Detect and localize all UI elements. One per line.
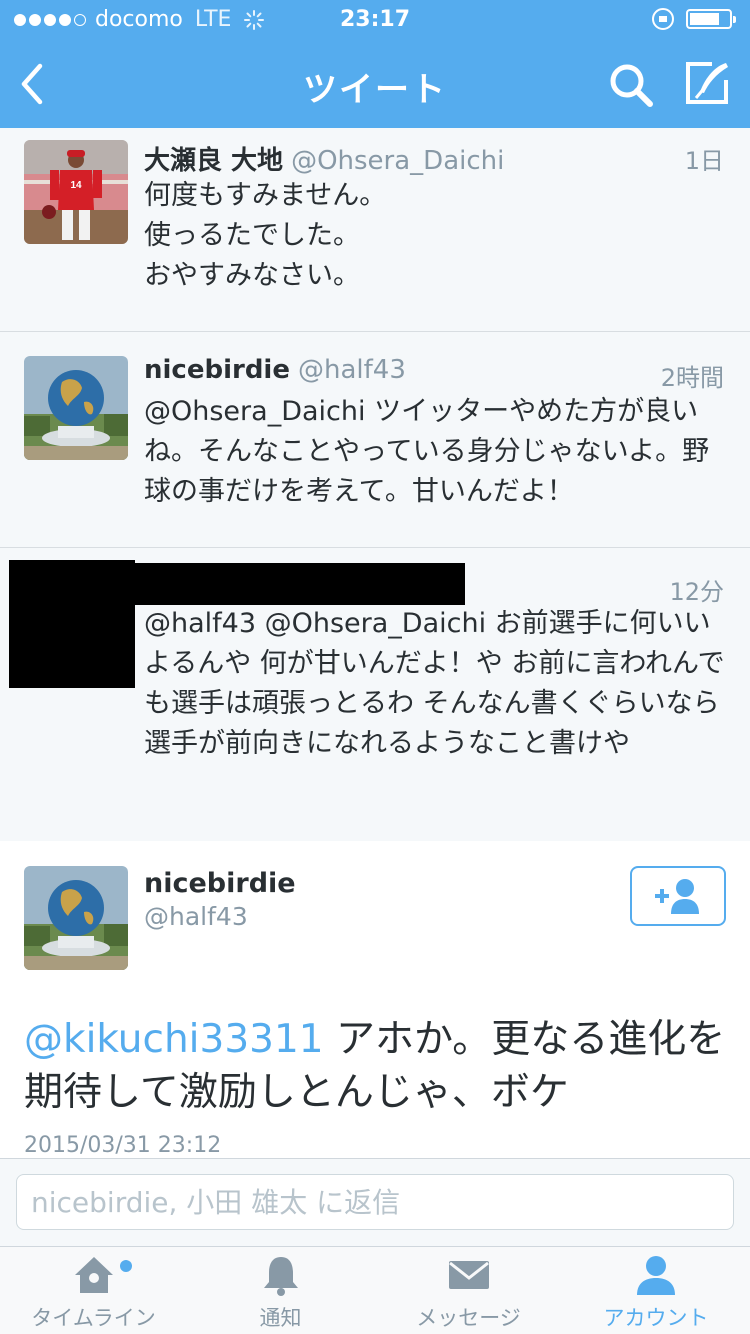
- focused-author-handle[interactable]: @half43: [144, 902, 248, 931]
- focused-tweet-text: @kikuchi33311 アホか。更なる進化を期待して激励しとんじゃ、ボケ: [24, 1013, 734, 1119]
- search-icon: [610, 64, 653, 107]
- baseball-player-avatar-image: 14: [24, 140, 128, 244]
- globe-fountain-avatar-image: [24, 356, 128, 460]
- search-button[interactable]: [606, 60, 658, 112]
- compose-tweet-button[interactable]: [682, 58, 734, 110]
- tab-account[interactable]: アカウント: [562, 1247, 750, 1334]
- tweet-time: 2時間: [660, 364, 724, 392]
- bell-icon: [263, 1257, 298, 1296]
- tweet-time: 1日: [684, 147, 724, 175]
- tab-bar: タイムライン 通知 メッセージ アカウント: [0, 1246, 750, 1334]
- author-handle: @half43: [297, 355, 406, 385]
- globe-fountain-avatar-image: [24, 866, 128, 970]
- battery-icon: [686, 9, 736, 29]
- avatar[interactable]: 14: [24, 140, 128, 244]
- status-clock: 23:17: [339, 7, 411, 32]
- tweet-thread[interactable]: 14 大瀬良 大地 @Ohsera_Daichi 1日 何度もすみません。 使っる…: [0, 128, 750, 1158]
- tab-label: アカウント: [603, 1306, 709, 1330]
- tweet-timestamp: 2015/03/31 23:12: [24, 1133, 222, 1158]
- tab-label: 通知: [259, 1306, 302, 1330]
- redacted-avatar: [9, 560, 135, 688]
- reply-input[interactable]: [16, 1174, 734, 1230]
- tweet-author[interactable]: 大瀬良 大地 @Ohsera_Daichi: [144, 140, 504, 177]
- reply-bar: [0, 1158, 750, 1246]
- follow-button[interactable]: [630, 866, 726, 926]
- tweet-item[interactable]: 14 大瀬良 大地 @Ohsera_Daichi 1日 何度もすみません。 使っる…: [0, 128, 750, 332]
- tweet-text: @half43 @Ohsera_Daichi お前選手に何いいよるんや 何が甘い…: [144, 608, 725, 759]
- app-header: docomo LTE 23:17 ツイート: [0, 0, 750, 128]
- tweet-item[interactable]: 12分 @half43 @Ohsera_Daichi お前選手に何いいよるんや …: [0, 548, 750, 842]
- tweet-time: 12分: [669, 578, 724, 606]
- redacted-author: [135, 563, 465, 605]
- tab-notifications[interactable]: 通知: [187, 1247, 374, 1334]
- author-name: 大瀬良 大地: [144, 146, 284, 176]
- status-right: [652, 8, 736, 30]
- rotation-lock-icon: [652, 8, 674, 30]
- mention-link[interactable]: @kikuchi33311: [24, 1017, 324, 1062]
- tab-label: タイムライン: [31, 1306, 156, 1330]
- tab-timeline[interactable]: タイムライン: [0, 1247, 187, 1334]
- avatar[interactable]: [24, 356, 128, 460]
- focused-tweet: nicebirdie @half43 @kikuchi33311 アホか。更なる…: [0, 841, 750, 1158]
- envelope-icon: [448, 1261, 489, 1289]
- tweet-item[interactable]: nicebirdie @half43 2時間 @Ohsera_Daichi ツイッ…: [0, 332, 750, 548]
- tab-label: メッセージ: [416, 1306, 521, 1330]
- focused-author-name[interactable]: nicebirdie: [144, 868, 296, 899]
- author-name: nicebirdie: [144, 355, 290, 385]
- author-handle: @Ohsera_Daichi: [291, 146, 505, 176]
- person-icon: [637, 1256, 675, 1295]
- tweet-author[interactable]: nicebirdie @half43: [144, 355, 406, 385]
- tweet-text: @Ohsera_Daichi ツイッターやめた方が良いね。そんなことやっている身…: [144, 396, 710, 507]
- svg-text:14: 14: [70, 180, 82, 191]
- home-icon: [74, 1257, 113, 1293]
- add-user-icon: [655, 879, 699, 914]
- tab-messages[interactable]: メッセージ: [375, 1247, 562, 1334]
- compose-icon: [686, 62, 728, 104]
- notification-badge: [120, 1260, 132, 1272]
- status-bar: docomo LTE 23:17: [0, 0, 750, 40]
- avatar[interactable]: [24, 866, 128, 970]
- battery-level: [690, 13, 719, 25]
- tweet-text: 何度もすみません。 使っるたでした。 おやすみなさい。: [144, 180, 387, 291]
